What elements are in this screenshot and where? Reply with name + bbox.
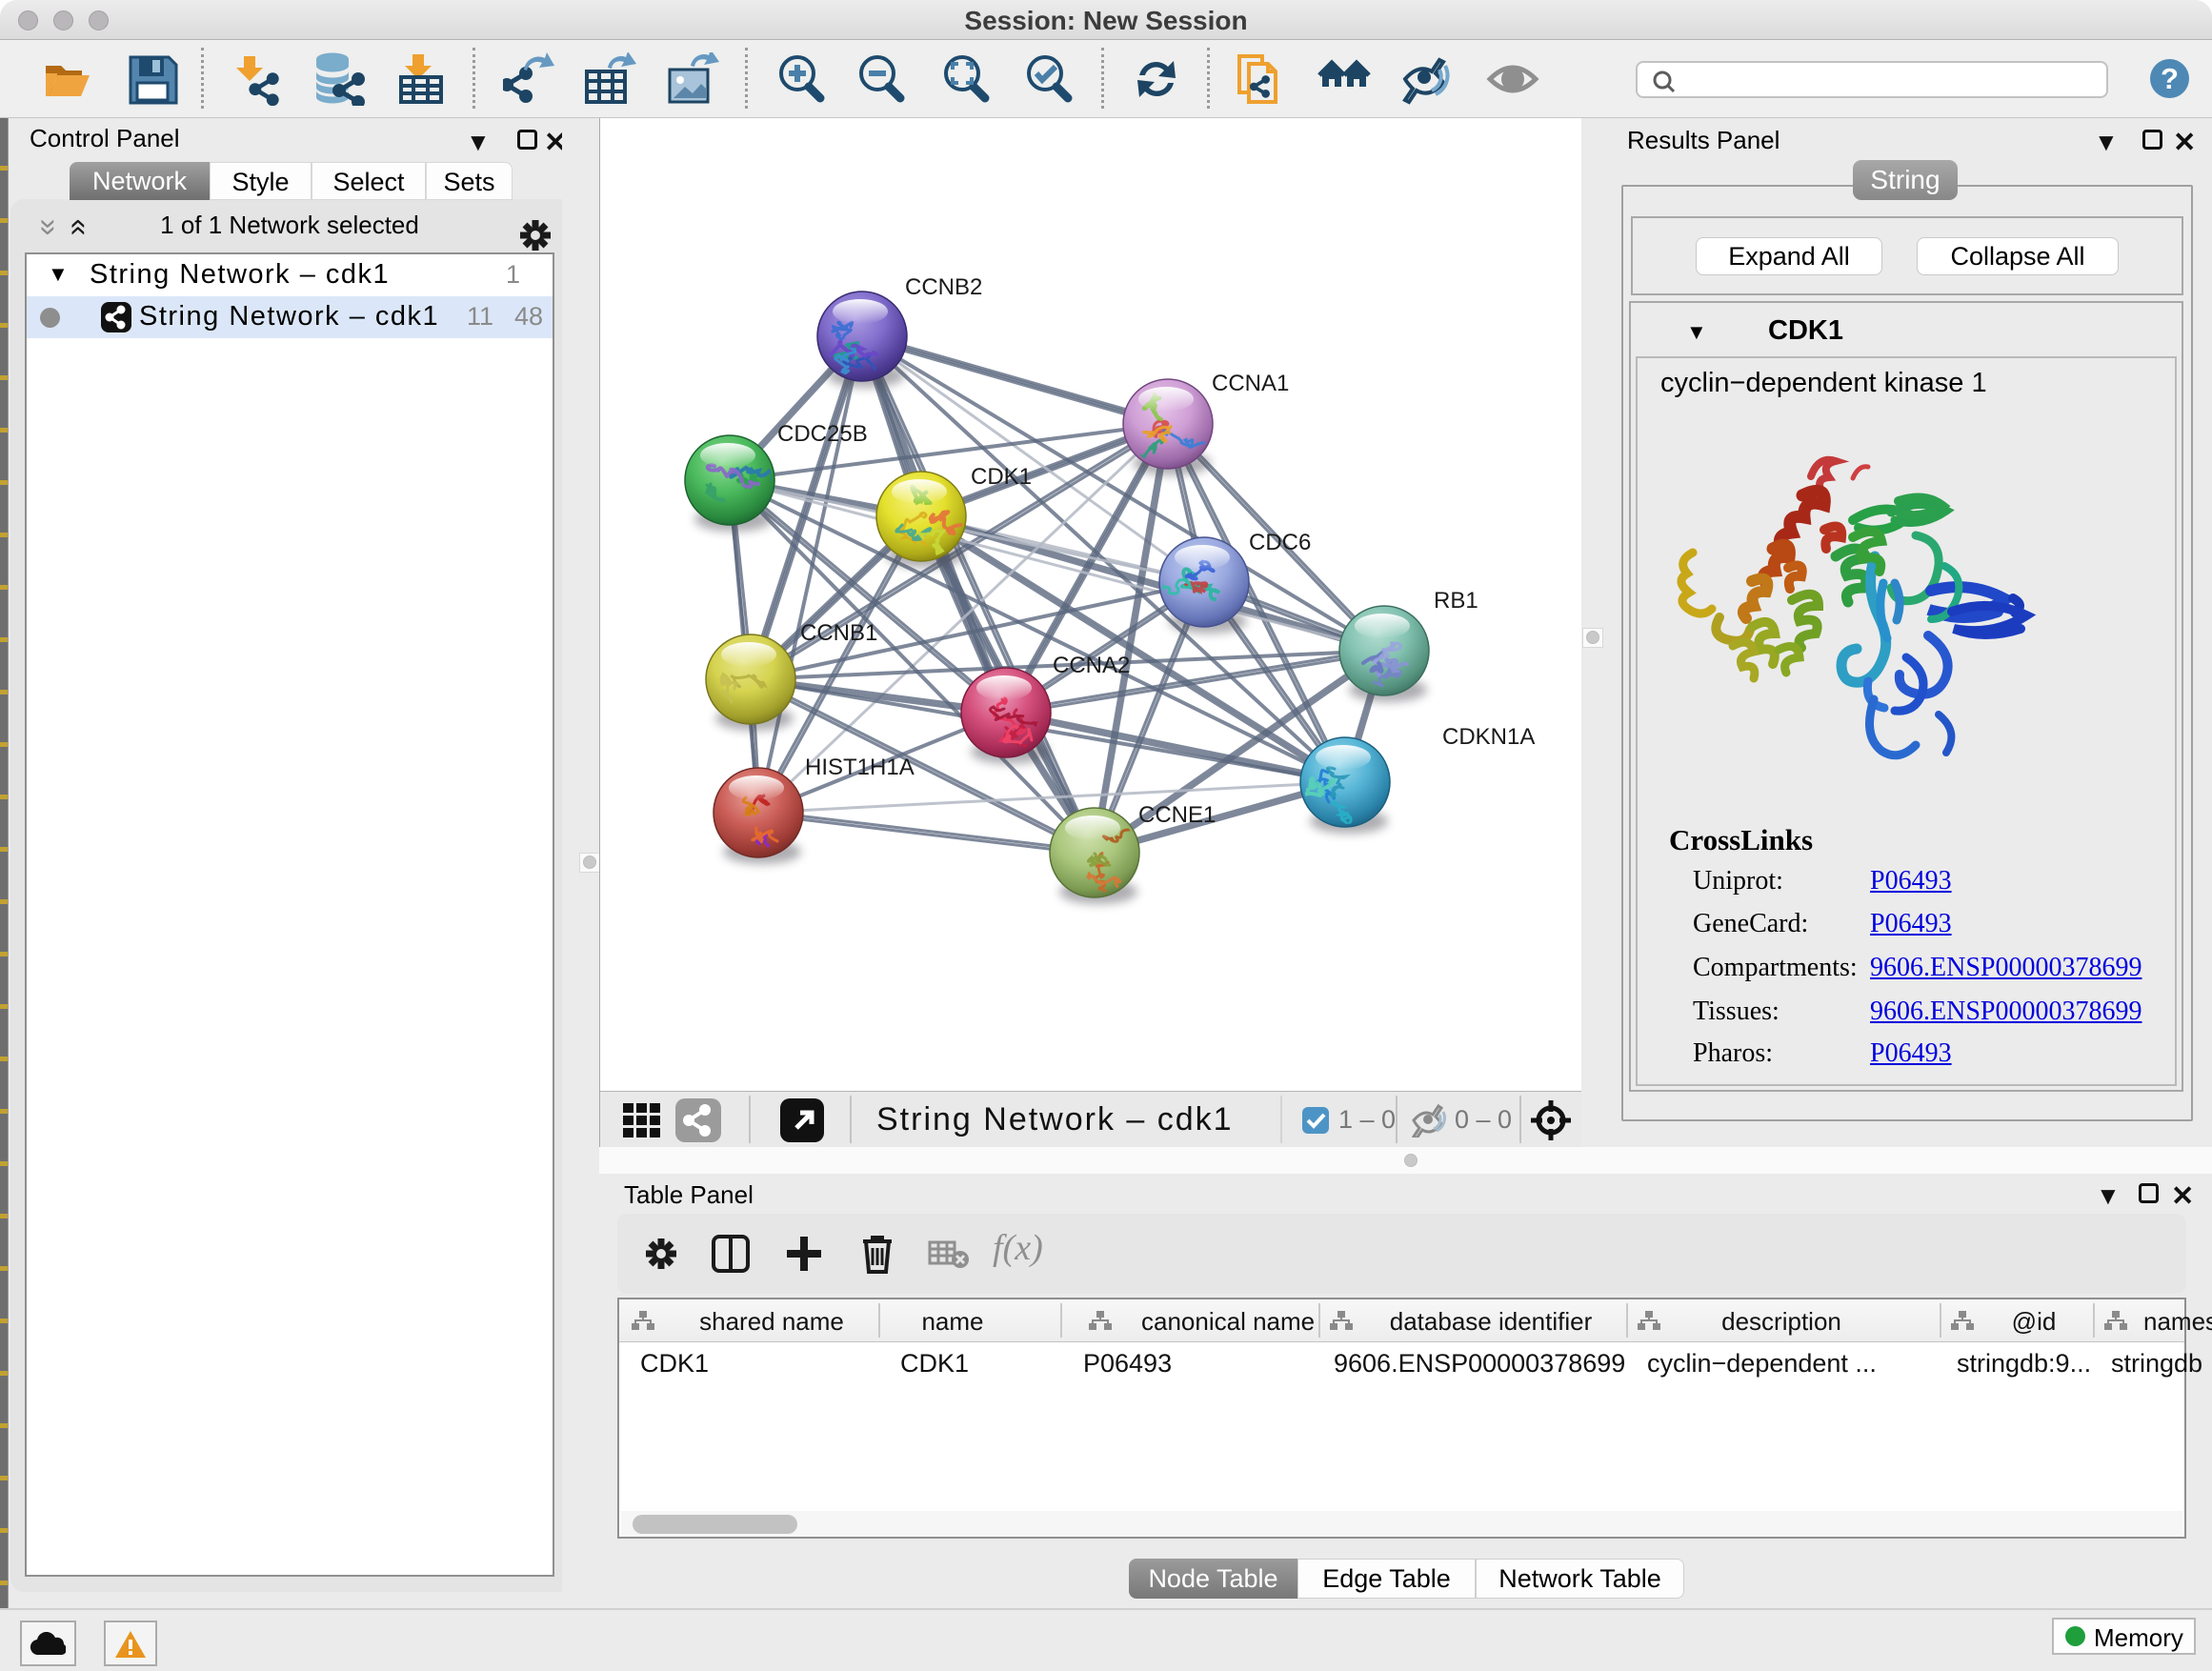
svg-text:CCNA1: CCNA1 — [1212, 371, 1289, 396]
svg-text:CCNE1: CCNE1 — [1138, 802, 1216, 828]
svg-text:CCNB1: CCNB1 — [800, 620, 877, 646]
svg-text:CCNA2: CCNA2 — [1053, 653, 1130, 678]
svg-text:RB1: RB1 — [1434, 588, 1478, 614]
svg-text:CDC25B: CDC25B — [777, 421, 868, 447]
svg-text:HIST1H1A: HIST1H1A — [805, 755, 915, 780]
svg-text:CDKN1A: CDKN1A — [1442, 724, 1535, 750]
svg-text:CDC6: CDC6 — [1249, 530, 1311, 555]
svg-text:CDK1: CDK1 — [971, 464, 1032, 490]
svg-text:CCNB2: CCNB2 — [905, 274, 982, 300]
